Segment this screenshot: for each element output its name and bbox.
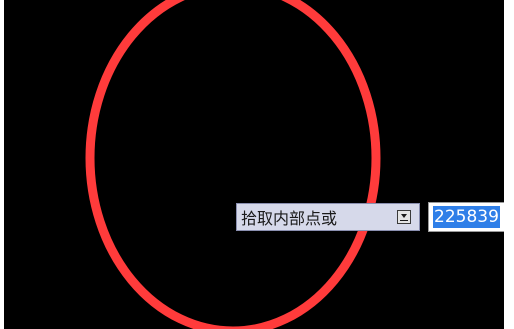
dynamic-input-prompt[interactable]: 拾取内部点或	[236, 203, 420, 231]
prompt-label: 拾取内部点或	[241, 209, 338, 228]
coordinate-value: 225839	[433, 206, 500, 228]
drawing-canvas[interactable]: 拾取内部点或 225839	[4, 0, 504, 329]
annotation-ellipse	[85, 0, 381, 329]
options-dropdown-icon[interactable]	[397, 210, 411, 224]
coordinate-input[interactable]: 225839	[428, 202, 504, 232]
